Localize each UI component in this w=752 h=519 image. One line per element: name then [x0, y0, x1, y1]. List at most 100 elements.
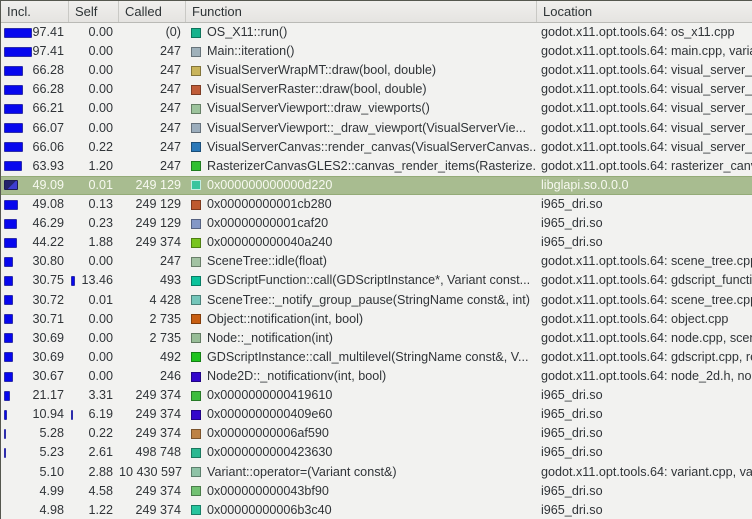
- called-value: 247: [160, 121, 181, 135]
- table-row[interactable]: 66.07 0.00 247 VisualServerViewport::_dr…: [1, 119, 752, 138]
- incl-value: 97.41: [32, 44, 64, 58]
- location-cell: godot.x11.opt.tools.64: node_2d.h, nod: [537, 367, 752, 386]
- table-row[interactable]: 97.41 0.00 247 Main::iteration() godot.x…: [1, 42, 752, 61]
- incl-value: 46.29: [32, 216, 64, 230]
- incl-value: 49.08: [32, 197, 64, 211]
- table-row[interactable]: 66.06 0.22 247 VisualServerCanvas::rende…: [1, 138, 752, 157]
- called-cell: 249 374: [119, 233, 186, 252]
- table-row[interactable]: 66.28 0.00 247 VisualServerRaster::draw(…: [1, 80, 752, 99]
- self-cell: 0.00: [69, 61, 119, 80]
- self-value: 0.00: [88, 254, 113, 268]
- called-cell: 249 374: [119, 405, 186, 424]
- table-row[interactable]: 30.72 0.01 4 428 SceneTree::_notify_grou…: [1, 291, 752, 310]
- incl-cell: 21.17: [1, 386, 69, 405]
- called-cell: 249 374: [119, 482, 186, 501]
- function-cell: SceneTree::_notify_group_pause(StringNam…: [186, 291, 537, 310]
- incl-cell: 5.28: [1, 424, 69, 443]
- self-value: 0.01: [88, 178, 113, 192]
- called-cell: 249 374: [119, 386, 186, 405]
- location-value: godot.x11.opt.tools.64: gdscript_functio: [541, 273, 752, 287]
- location-cell: godot.x11.opt.tools.64: visual_server_vi: [537, 99, 752, 118]
- called-value: 247: [160, 159, 181, 173]
- table-row[interactable]: 97.41 0.00 (0) OS_X11::run() godot.x11.o…: [1, 23, 752, 42]
- incl-percent-bar: [4, 28, 32, 38]
- table-row[interactable]: 4.99 4.58 249 374 0x000000000043bf90 i96…: [1, 482, 752, 501]
- function-color-icon: [191, 219, 201, 229]
- incl-percent-bar: [4, 333, 13, 343]
- incl-cell: 30.72: [1, 291, 69, 310]
- incl-value: 97.41: [32, 25, 64, 39]
- incl-value: 30.71: [32, 312, 64, 326]
- table-row[interactable]: 63.93 1.20 247 RasterizerCanvasGLES2::ca…: [1, 157, 752, 176]
- called-value: 247: [160, 101, 181, 115]
- function-name: 0x0000000000423630: [207, 443, 332, 462]
- table-row[interactable]: 10.94 6.19 249 374 0x0000000000409e60 i9…: [1, 405, 752, 424]
- incl-cell: 30.67: [1, 367, 69, 386]
- self-value: 0.00: [88, 25, 113, 39]
- location-cell: godot.x11.opt.tools.64: object.cpp: [537, 310, 752, 329]
- location-value: godot.x11.opt.tools.64: visual_server_w: [541, 63, 752, 77]
- called-value: 247: [160, 254, 181, 268]
- incl-percent-bar: [4, 180, 18, 190]
- called-cell: 247: [119, 138, 186, 157]
- column-header-self[interactable]: Self: [69, 1, 119, 22]
- table-row[interactable]: 49.08 0.13 249 129 0x00000000001cb280 i9…: [1, 195, 752, 214]
- table-row[interactable]: 30.71 0.00 2 735 Object::notification(in…: [1, 310, 752, 329]
- table-row[interactable]: 5.23 2.61 498 748 0x0000000000423630 i96…: [1, 443, 752, 462]
- called-value: 247: [160, 82, 181, 96]
- called-value: 493: [160, 273, 181, 287]
- table-row[interactable]: 44.22 1.88 249 374 0x000000000040a240 i9…: [1, 233, 752, 252]
- table-row[interactable]: 66.28 0.00 247 VisualServerWrapMT::draw(…: [1, 61, 752, 80]
- column-header-called[interactable]: Called: [119, 1, 186, 22]
- function-cell: 0x000000000000d220: [186, 176, 537, 195]
- table-row[interactable]: 46.29 0.23 249 129 0x00000000001caf20 i9…: [1, 214, 752, 233]
- location-value: godot.x11.opt.tools.64: os_x11.cpp: [541, 25, 734, 39]
- table-row[interactable]: 30.75 13.46 493 GDScriptFunction::call(G…: [1, 271, 752, 290]
- function-cell: 0x000000000043bf90: [186, 482, 537, 501]
- table-row[interactable]: 30.67 0.00 246 Node2D::_notificationv(in…: [1, 367, 752, 386]
- table-row[interactable]: 30.69 0.00 492 GDScriptInstance::call_mu…: [1, 348, 752, 367]
- table-row[interactable]: 5.10 2.88 10 430 597 Variant::operator=(…: [1, 463, 752, 482]
- table-row[interactable]: 30.69 0.00 2 735 Node::_notification(int…: [1, 329, 752, 348]
- function-name: 0x00000000006af590: [207, 424, 329, 443]
- incl-value: 66.07: [32, 121, 64, 135]
- self-value: 3.31: [88, 388, 113, 402]
- table-row[interactable]: 66.21 0.00 247 VisualServerViewport::dra…: [1, 99, 752, 118]
- location-value: godot.x11.opt.tools.64: scene_tree.cpp,: [541, 293, 752, 307]
- called-value: 246: [160, 369, 181, 383]
- incl-percent-bar: [4, 142, 23, 152]
- function-color-icon: [191, 448, 201, 458]
- self-value: 13.46: [81, 273, 113, 287]
- incl-value: 4.99: [39, 484, 64, 498]
- function-color-icon: [191, 85, 201, 95]
- called-value: 247: [160, 44, 181, 58]
- called-cell: 2 735: [119, 329, 186, 348]
- function-color-icon: [191, 295, 201, 305]
- table-row[interactable]: 49.09 0.01 249 129 0x000000000000d220 li…: [1, 176, 752, 195]
- function-cell: Main::iteration(): [186, 42, 537, 61]
- self-cell: 1.20: [69, 157, 119, 176]
- called-cell: 498 748: [119, 443, 186, 462]
- column-header-incl[interactable]: Incl.: [1, 1, 69, 22]
- function-name: OS_X11::run(): [207, 23, 287, 42]
- incl-cell: 66.21: [1, 99, 69, 118]
- table-row[interactable]: 30.80 0.00 247 SceneTree::idle(float) go…: [1, 252, 752, 271]
- location-cell: i965_dri.so: [537, 482, 752, 501]
- called-value: 247: [160, 63, 181, 77]
- table-row[interactable]: 21.17 3.31 249 374 0x0000000000419610 i9…: [1, 386, 752, 405]
- location-value: godot.x11.opt.tools.64: visual_server_vi: [541, 121, 752, 135]
- incl-value: 21.17: [32, 388, 64, 402]
- location-value: godot.x11.opt.tools.64: variant.cpp, var: [541, 465, 752, 479]
- function-cell: Variant::operator=(Variant const&): [186, 463, 537, 482]
- self-cell: 0.13: [69, 195, 119, 214]
- table-row[interactable]: 4.98 1.22 249 374 0x00000000006b3c40 i96…: [1, 501, 752, 519]
- function-name: 0x0000000000419610: [207, 386, 332, 405]
- called-value: 2 735: [149, 331, 181, 345]
- self-value: 0.13: [88, 197, 113, 211]
- table-row[interactable]: 5.28 0.22 249 374 0x00000000006af590 i96…: [1, 424, 752, 443]
- column-header-function[interactable]: Function: [186, 1, 537, 22]
- location-value: i965_dri.so: [541, 197, 603, 211]
- column-header-location[interactable]: Location: [537, 1, 752, 22]
- incl-percent-bar: [4, 429, 6, 439]
- incl-cell: 30.75: [1, 271, 69, 290]
